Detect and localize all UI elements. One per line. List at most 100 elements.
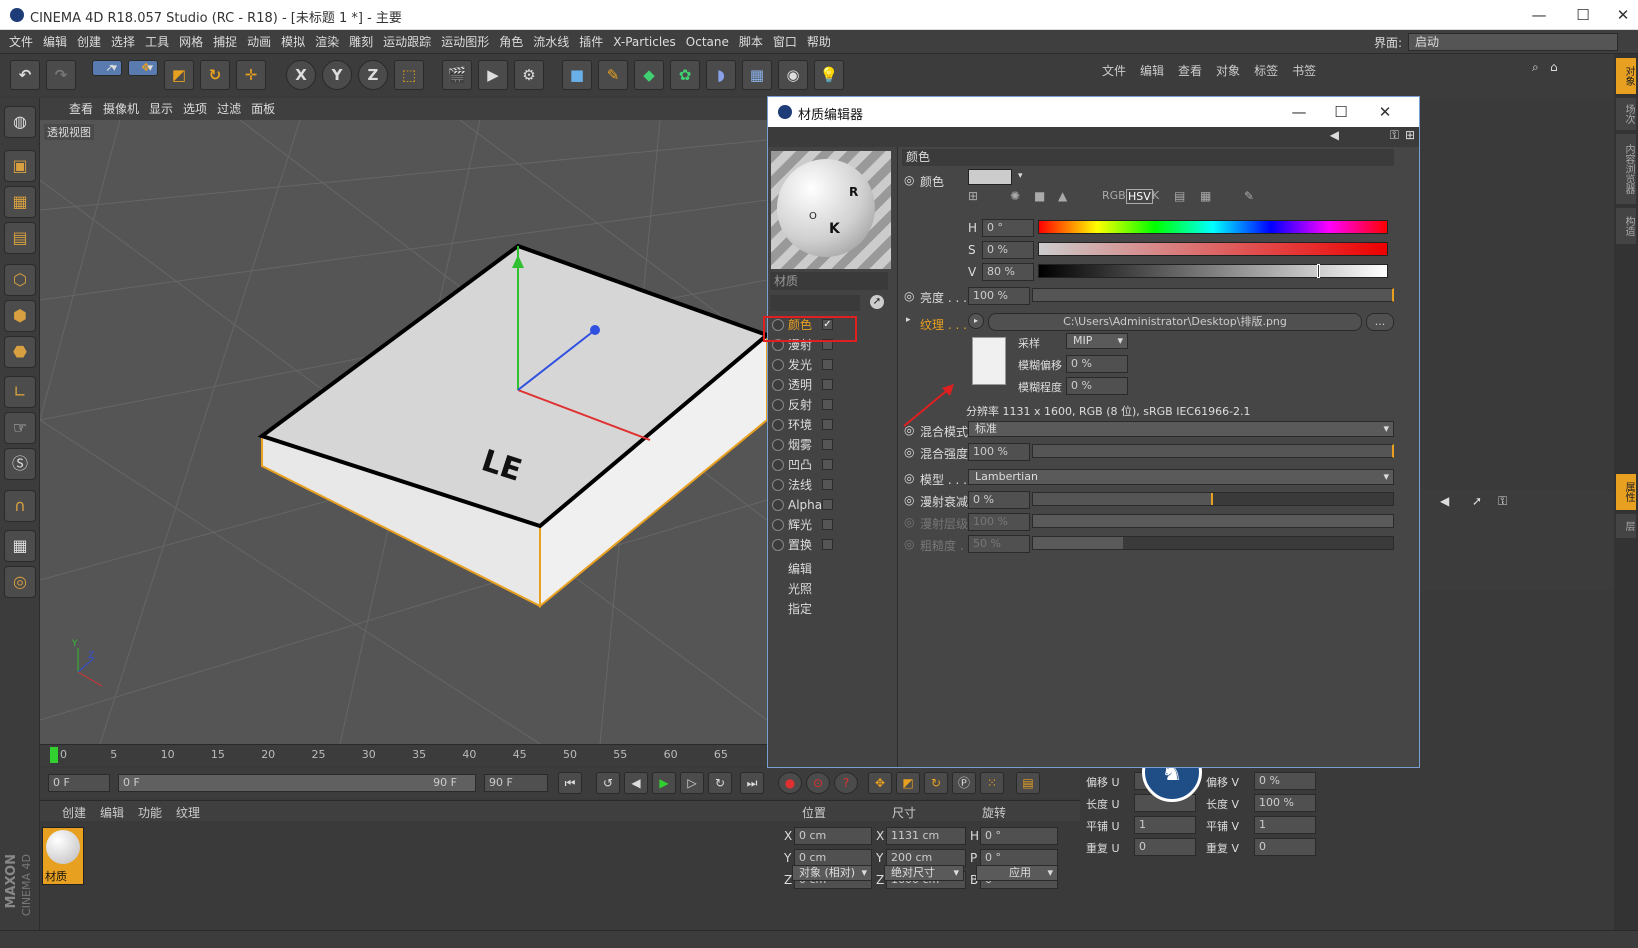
tex-prop-field[interactable]: 0 % (1254, 772, 1316, 790)
kelvin-mode-button[interactable]: K (1152, 189, 1159, 202)
texture-browse-button[interactable]: ... (1366, 313, 1394, 331)
s-field[interactable]: 0 % (982, 241, 1034, 259)
timeline-playhead[interactable] (50, 747, 58, 763)
menu-item[interactable]: 创建 (72, 30, 106, 54)
key-param-button[interactable]: Ⓟ (952, 772, 976, 794)
diffuse-falloff-bar[interactable] (1032, 492, 1394, 506)
mated-close-button[interactable]: ✕ (1374, 101, 1396, 123)
value-slider[interactable] (1038, 264, 1388, 278)
channel-radio-icon[interactable] (772, 459, 784, 471)
workplane-snap-icon[interactable]: ◎ (4, 566, 36, 598)
channel-radio-icon[interactable] (772, 539, 784, 551)
channel-radio-icon[interactable] (772, 379, 784, 391)
v-field[interactable]: 80 % (982, 263, 1034, 281)
diffuse-level-radio[interactable]: ◎ (904, 515, 914, 529)
channel-checkbox[interactable] (822, 399, 833, 410)
render-view-button[interactable]: 🎬 (442, 60, 472, 90)
back-arrow-icon[interactable]: ◀ (1440, 494, 1449, 508)
menu-item[interactable]: 文件 (4, 30, 38, 54)
eyedropper-icon[interactable]: ✎ (1244, 189, 1254, 203)
transform-tool-button[interactable]: ✛ (236, 60, 266, 90)
color-swatch-dropdown-icon[interactable]: ▾ (1018, 171, 1023, 181)
menu-item[interactable]: 脚本 (734, 30, 768, 54)
color-square-icon[interactable]: ■ (1034, 189, 1045, 203)
h-field[interactable]: 0 ° (982, 219, 1034, 237)
viewport-menu-item[interactable]: 面板 (246, 98, 280, 120)
channel-2[interactable]: 发光 (768, 355, 898, 375)
object-menu-item[interactable]: 编辑 (1140, 64, 1164, 78)
channel-6[interactable]: 烟雾 (768, 435, 898, 455)
lock-workplane-icon[interactable]: ▦ (4, 530, 36, 562)
blur-scale-field[interactable]: 0 % (1066, 377, 1128, 395)
tab-attributes[interactable]: 属性 (1616, 474, 1636, 510)
tex-prop-field[interactable]: 0 (1254, 838, 1316, 856)
value-slider-knob[interactable] (1317, 264, 1321, 278)
channel-radio-icon[interactable] (772, 399, 784, 411)
keyframe-selection-button[interactable]: ? (834, 772, 858, 794)
channel-radio-icon[interactable] (772, 519, 784, 531)
redo-button[interactable]: ↷ (46, 60, 76, 90)
menu-item[interactable]: 工具 (140, 30, 174, 54)
goto-start-button[interactable]: ⏮ (558, 772, 582, 794)
brightness-bar[interactable] (1032, 288, 1394, 302)
timeline-ruler[interactable]: 0 5 10 15 20 25 30 35 40 45 50 55 60 65 (40, 744, 767, 766)
texture-dropdown-button[interactable]: ▸ (968, 313, 984, 329)
brightness-radio[interactable]: ◎ (904, 289, 914, 303)
object-menu-item[interactable]: 对象 (1216, 64, 1240, 78)
camera-button[interactable]: ◉ (778, 60, 808, 90)
render-picture-viewer-button[interactable]: ▶ (478, 60, 508, 90)
cloner-button[interactable]: ✿ (670, 60, 700, 90)
color-swatch[interactable] (968, 169, 1012, 185)
cursor-icon[interactable]: ➚ (1472, 494, 1482, 508)
rgb-mode-button[interactable]: RGB (1102, 189, 1126, 202)
material-name-field[interactable]: 材质 (770, 272, 888, 290)
extra-tab[interactable]: 光照 (768, 579, 898, 599)
channel-11[interactable]: 置换 (768, 535, 898, 555)
x-axis-button[interactable]: X (286, 60, 316, 90)
mated-minimize-button[interactable]: — (1288, 101, 1310, 123)
next-key-button[interactable]: ↻ (708, 772, 732, 794)
polygons-mode-icon[interactable]: ⬣ (4, 336, 36, 368)
saturation-slider[interactable] (1038, 242, 1388, 256)
menu-item[interactable]: Octane (681, 30, 734, 54)
timeline-button[interactable]: ▤ (1016, 772, 1040, 794)
menu-item[interactable]: 渲染 (310, 30, 344, 54)
tab-structure[interactable]: 构造 (1616, 208, 1636, 244)
material-name-input[interactable] (770, 295, 860, 311)
layout-select[interactable]: 启动 (1408, 33, 1618, 51)
channel-radio-icon[interactable] (772, 499, 784, 511)
material-menu-item[interactable]: 创建 (62, 806, 86, 820)
menu-item[interactable]: X-Particles (608, 30, 681, 54)
minimize-button[interactable]: — (1528, 4, 1550, 26)
menu-item[interactable]: 模拟 (276, 30, 310, 54)
channel-7[interactable]: 凹凸 (768, 455, 898, 475)
lock-icon[interactable]: ⚿ (1390, 128, 1399, 143)
size-mode-select[interactable]: 绝对尺寸 (884, 865, 964, 881)
nav-back-icon[interactable]: ◀ (1330, 128, 1339, 142)
magnet-icon[interactable]: ∩ (4, 490, 36, 522)
channel-checkbox[interactable] (822, 379, 833, 390)
sampling-select[interactable]: MIP (1066, 333, 1128, 349)
image-picker-icon[interactable]: ▲ (1058, 189, 1067, 203)
object-menu-item[interactable]: 查看 (1178, 64, 1202, 78)
mix-strength-radio[interactable]: ◎ (904, 445, 914, 459)
menu-item[interactable]: 动画 (242, 30, 276, 54)
channel-checkbox[interactable] (822, 539, 833, 550)
object-menu-item[interactable]: 文件 (1102, 64, 1126, 78)
tweak-icon[interactable]: ☞ (4, 412, 36, 444)
key-rotation-button[interactable]: ↻ (924, 772, 948, 794)
pen-button[interactable]: ✎ (598, 60, 628, 90)
brightness-field[interactable]: 100 % (968, 287, 1030, 305)
frame-range-slider[interactable]: 0 F 90 F (118, 774, 476, 792)
light-button[interactable]: 💡 (814, 60, 844, 90)
menu-item[interactable]: 运动跟踪 (378, 30, 436, 54)
material-menu-item[interactable]: 纹理 (176, 806, 200, 820)
menu-item[interactable]: 编辑 (38, 30, 72, 54)
diffuse-falloff-field[interactable]: 0 % (968, 491, 1030, 509)
tab-content-browser[interactable]: 内容浏览器 (1616, 134, 1636, 204)
deformer-button[interactable]: ◗ (706, 60, 736, 90)
blur-offset-field[interactable]: 0 % (1066, 355, 1128, 373)
color-radio[interactable]: ◎ (904, 173, 914, 187)
autokey-button[interactable]: ⊙ (806, 772, 830, 794)
record-button[interactable]: ● (778, 772, 802, 794)
